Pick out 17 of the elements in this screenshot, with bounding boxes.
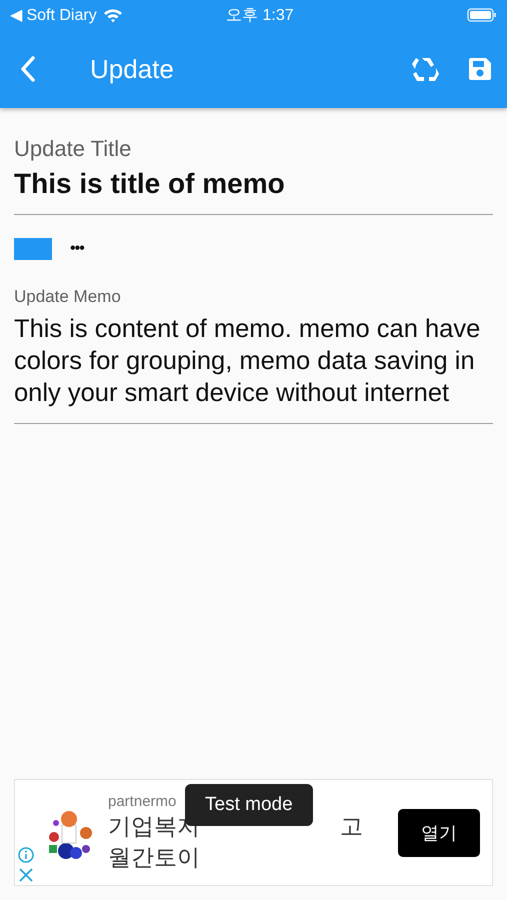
battery-icon bbox=[467, 8, 497, 22]
open-button[interactable]: 열기 bbox=[398, 808, 480, 856]
save-icon bbox=[467, 56, 493, 82]
close-icon[interactable] bbox=[18, 867, 34, 883]
wifi-icon bbox=[102, 8, 123, 22]
ad-source: partnermo bbox=[108, 792, 176, 810]
more-button[interactable]: ••• bbox=[70, 240, 84, 258]
back-icon bbox=[18, 55, 38, 83]
title-input-field[interactable]: Update Title This is title of memo bbox=[14, 136, 493, 215]
ad-headline: 월간토이 bbox=[108, 842, 201, 872]
page-title: Update bbox=[90, 54, 175, 84]
status-time: 오후 1:37 bbox=[226, 6, 295, 26]
info-icon[interactable] bbox=[18, 847, 34, 863]
recycle-icon bbox=[411, 55, 441, 83]
memo-input-field[interactable]: Update Memo This is content of memo. memo can have colors for grouping, memo data saving in only your smart device without internet bbox=[14, 287, 493, 424]
color-swatch[interactable] bbox=[14, 238, 52, 260]
ad-headline: 고 bbox=[340, 812, 363, 840]
